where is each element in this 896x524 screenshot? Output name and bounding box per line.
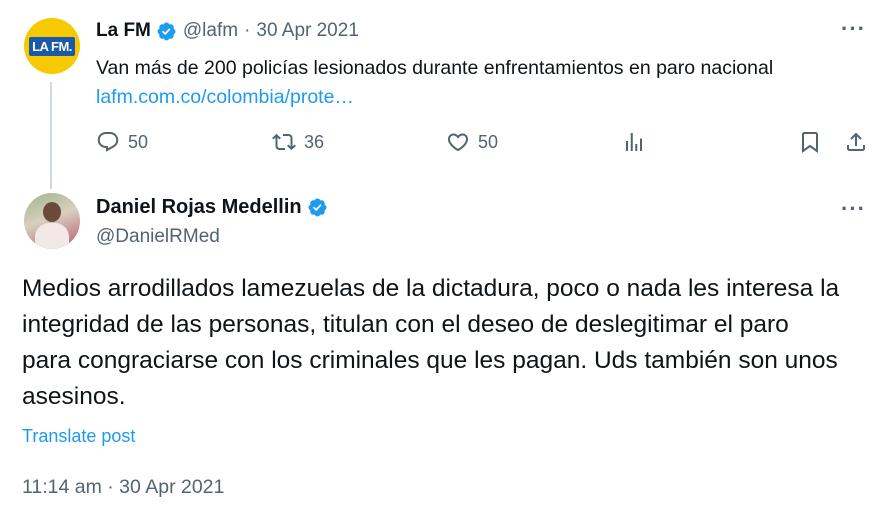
author-name[interactable]: La FM bbox=[96, 20, 151, 42]
parent-tweet-text: Van más de 200 policías lesionados duran… bbox=[96, 54, 856, 112]
verified-badge-icon[interactable] bbox=[156, 21, 177, 42]
main-author-name[interactable]: Daniel Rojas Medellin bbox=[96, 196, 302, 219]
tweet-timestamp[interactable]: 11:14 am · 30 Apr 2021 bbox=[22, 476, 224, 499]
meta-separator: · bbox=[244, 20, 251, 41]
retweet-count: 36 bbox=[304, 131, 325, 152]
author-handle[interactable]: @lafm bbox=[183, 20, 238, 42]
parent-tweet-body: Van más de 200 policías lesionados duran… bbox=[96, 57, 774, 79]
like-button[interactable]: 50 bbox=[446, 130, 498, 154]
more-options-icon[interactable]: ··· bbox=[841, 196, 866, 222]
translate-post-link[interactable]: Translate post bbox=[22, 426, 135, 447]
views-button[interactable] bbox=[622, 130, 646, 154]
like-count: 50 bbox=[478, 131, 499, 152]
parent-tweet[interactable]: LA FM. La FM @lafm · 30 Apr 2021 ··· Van… bbox=[0, 0, 896, 180]
main-author-header: Daniel Rojas Medellin bbox=[96, 196, 334, 219]
lafm-logo: LA FM. bbox=[29, 36, 75, 56]
lafm-logo-text: LA FM. bbox=[32, 38, 72, 54]
retweet-icon bbox=[272, 133, 296, 151]
tweet-actions-bar: 50 36 50 bbox=[96, 130, 872, 160]
retweet-button[interactable]: 36 bbox=[272, 130, 324, 154]
share-button[interactable] bbox=[844, 130, 868, 154]
reply-icon bbox=[97, 132, 119, 152]
bookmark-icon bbox=[802, 132, 818, 153]
main-tweet-text: Medios arrodillados lamezuelas de la dic… bbox=[22, 275, 840, 410]
daniel-avatar[interactable] bbox=[24, 193, 80, 249]
verified-badge-icon[interactable] bbox=[307, 197, 328, 218]
avatar-head-shape bbox=[43, 202, 61, 222]
heart-icon bbox=[447, 133, 469, 152]
tweet-date[interactable]: 30 Apr 2021 bbox=[256, 20, 358, 42]
share-icon bbox=[847, 132, 865, 151]
reply-count: 50 bbox=[128, 131, 149, 152]
main-author-handle[interactable]: @DanielRMed bbox=[96, 226, 220, 248]
analytics-icon bbox=[626, 133, 642, 151]
article-link[interactable]: lafm.com.co/colombia/prote… bbox=[96, 86, 354, 108]
more-options-icon[interactable]: ··· bbox=[841, 16, 866, 42]
lafm-avatar[interactable]: LA FM. bbox=[24, 18, 80, 74]
bookmark-button[interactable] bbox=[798, 130, 822, 154]
reply-button[interactable]: 50 bbox=[96, 130, 148, 154]
parent-tweet-header: La FM @lafm · 30 Apr 2021 bbox=[96, 20, 359, 42]
avatar-body-shape bbox=[35, 223, 69, 249]
